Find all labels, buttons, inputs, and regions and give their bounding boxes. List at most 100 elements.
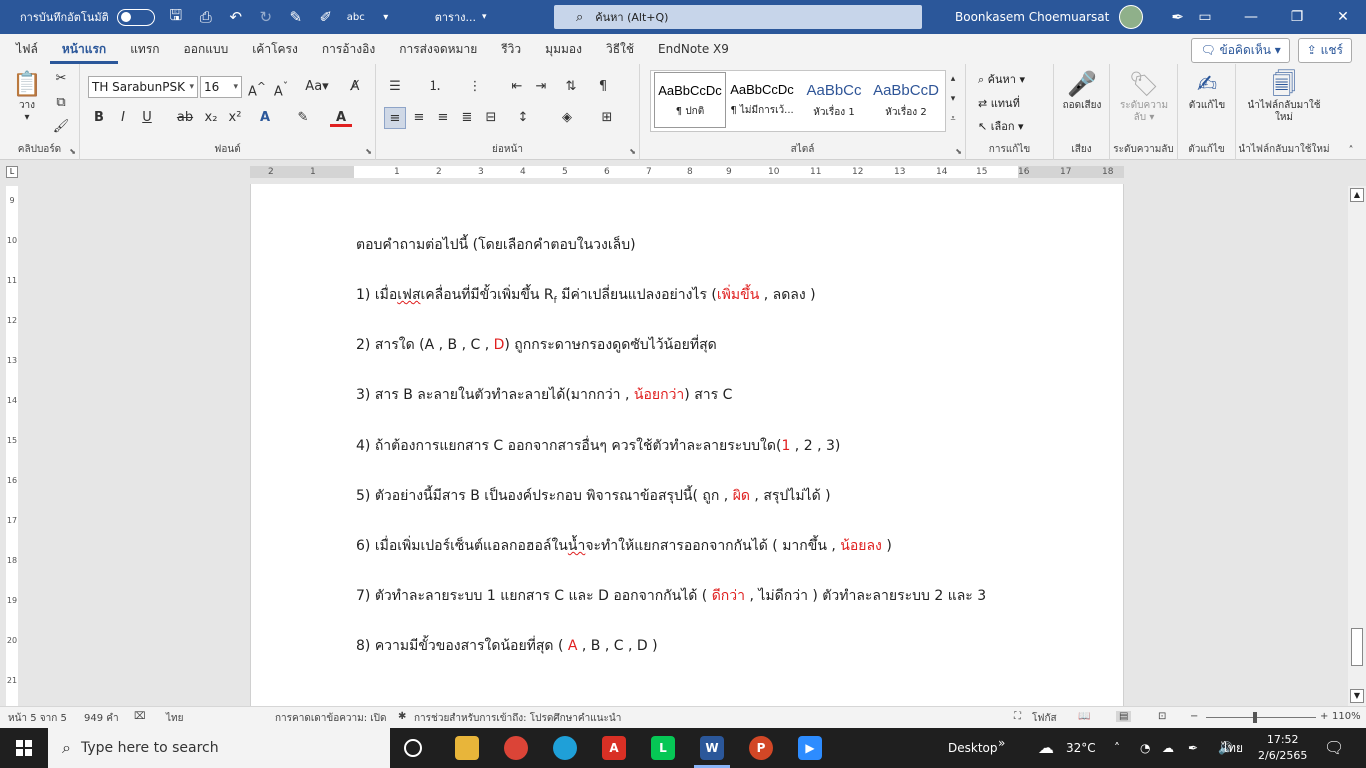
- numbering-icon[interactable]: ⒈: [424, 76, 446, 98]
- avatar[interactable]: [1119, 5, 1144, 29]
- task-view-icon[interactable]: [404, 739, 422, 757]
- text-effects-icon[interactable]: A: [254, 107, 276, 129]
- font-size-combo[interactable]: 16 ▾: [200, 76, 242, 98]
- underline-icon[interactable]: U: [136, 107, 158, 129]
- pen-workspace-icon[interactable]: ✒: [1188, 728, 1198, 768]
- proofing-icon[interactable]: ⌧: [134, 711, 146, 722]
- web-layout-icon[interactable]: ⊡: [1158, 711, 1166, 722]
- undo-icon[interactable]: ↶: [227, 8, 245, 26]
- edit-icon[interactable]: ✐: [317, 8, 335, 26]
- powerpoint-icon[interactable]: P: [749, 736, 773, 760]
- gallery-down-icon[interactable]: ▾: [942, 90, 964, 108]
- show-marks-icon[interactable]: ¶: [592, 76, 614, 98]
- input-language[interactable]: ไทย: [1222, 728, 1243, 768]
- language-status[interactable]: ไทย: [166, 711, 183, 726]
- decrease-indent-icon[interactable]: ⇤: [506, 76, 528, 98]
- onedrive-icon[interactable]: ☁: [1162, 728, 1174, 768]
- line-icon[interactable]: L: [651, 736, 675, 760]
- scroll-down-icon[interactable]: ▼: [1350, 689, 1364, 703]
- accessibility-icon[interactable]: ✱: [398, 711, 406, 722]
- zoom-in-icon[interactable]: +: [1320, 711, 1328, 722]
- user-account[interactable]: Boonkasem Choemuarsat ✒: [955, 0, 1184, 34]
- reuse-files-button[interactable]: 🗐 นำไฟล์กลับมาใช้ใหม่: [1242, 70, 1326, 124]
- minimize-icon[interactable]: —: [1228, 0, 1274, 34]
- style-normal[interactable]: AaBbCcDc ¶ ปกติ: [654, 72, 726, 128]
- italic-icon[interactable]: I: [112, 107, 134, 129]
- tab-file[interactable]: ไฟล์: [4, 34, 50, 64]
- tab-review[interactable]: รีวิว: [489, 34, 533, 64]
- format-painter-icon[interactable]: 🖌: [50, 116, 72, 138]
- start-button[interactable]: [0, 728, 48, 768]
- tab-help[interactable]: วิธีใช้: [594, 34, 646, 64]
- dictate-button[interactable]: 🎤 ถอดเสียง: [1060, 70, 1104, 112]
- redo-icon[interactable]: ↻: [257, 8, 275, 26]
- clear-formatting-icon[interactable]: A̸: [344, 76, 366, 98]
- page-count[interactable]: หน้า 5 จาก 5: [8, 711, 67, 726]
- focus-icon[interactable]: ⛶: [1014, 711, 1021, 722]
- dialog-launcher-icon[interactable]: ⬊: [955, 147, 962, 156]
- temperature[interactable]: 32°C: [1066, 728, 1096, 768]
- style-no-spacing[interactable]: AaBbCcDc ¶ ไม่มีการเว้...: [726, 72, 798, 128]
- bullets-icon[interactable]: ☰: [384, 76, 406, 98]
- increase-indent-icon[interactable]: ⇥: [530, 76, 552, 98]
- format-painter-icon[interactable]: ✎: [287, 8, 305, 26]
- document-title[interactable]: ตาราง... ▾: [435, 8, 487, 26]
- highlight-icon[interactable]: ✎: [292, 107, 314, 129]
- zoom-out-icon[interactable]: −: [1190, 711, 1198, 722]
- tab-view[interactable]: มุมมอง: [533, 34, 594, 64]
- file-explorer-icon[interactable]: [455, 736, 479, 760]
- word-icon[interactable]: W: [700, 736, 724, 760]
- share-button[interactable]: ⇪ แชร์: [1297, 38, 1352, 63]
- desktop-toolbar[interactable]: Desktop: [948, 728, 998, 768]
- search-box[interactable]: ⌕ ค้นหา (Alt+Q): [554, 5, 922, 29]
- align-right-icon[interactable]: ≡: [432, 107, 454, 129]
- tab-insert[interactable]: แทรก: [118, 34, 171, 64]
- zoom-app-icon[interactable]: ▶: [798, 736, 822, 760]
- tab-design[interactable]: ออกแบบ: [172, 34, 241, 64]
- scroll-thumb[interactable]: [1351, 628, 1363, 666]
- select-button[interactable]: ↖ เลือก ▾: [978, 117, 1024, 135]
- tab-endnote[interactable]: EndNote X9: [646, 34, 741, 64]
- read-mode-icon[interactable]: 📖: [1078, 711, 1090, 722]
- zoom-slider[interactable]: [1206, 717, 1316, 718]
- document-page[interactable]: ตอบคำถามต่อไปนี้ (โดยเลือกคำตอบในวงเล็บ)…: [250, 184, 1124, 706]
- print-icon[interactable]: ⎙: [197, 8, 215, 26]
- align-left-icon[interactable]: ≡: [384, 107, 406, 129]
- network-icon[interactable]: ◔: [1140, 728, 1150, 768]
- subscript-icon[interactable]: x₂: [200, 107, 222, 129]
- print-layout-icon[interactable]: ▤: [1116, 711, 1132, 722]
- replace-button[interactable]: ⇄ แทนที่: [978, 94, 1020, 112]
- edge-icon[interactable]: [553, 736, 577, 760]
- ribbon-display-icon[interactable]: ▭: [1182, 0, 1228, 34]
- multilevel-list-icon[interactable]: ⋮: [464, 76, 486, 98]
- align-center-icon[interactable]: ≡: [408, 107, 430, 129]
- tab-home[interactable]: หน้าแรก: [49, 34, 119, 64]
- dialog-launcher-icon[interactable]: ⬊: [629, 147, 636, 156]
- strikethrough-icon[interactable]: ab: [174, 107, 196, 129]
- chrome-icon[interactable]: [504, 736, 528, 760]
- zoom-slider-thumb[interactable]: [1253, 712, 1257, 723]
- text-prediction-status[interactable]: การคาดเดาข้อความ: เปิด: [275, 711, 387, 726]
- font-name-combo[interactable]: TH SarabunPSK ▾: [88, 76, 198, 98]
- toolbar-expand-icon[interactable]: »: [998, 728, 1005, 768]
- customize-qat-icon[interactable]: ▾: [377, 12, 395, 23]
- sort-icon[interactable]: ⇅: [560, 76, 582, 98]
- acrobat-icon[interactable]: A: [602, 736, 626, 760]
- tab-mailings[interactable]: การส่งจดหมาย: [387, 34, 489, 64]
- superscript-icon[interactable]: x²: [224, 107, 246, 129]
- dialog-launcher-icon[interactable]: ⬊: [365, 147, 372, 156]
- spelling-icon[interactable]: abc: [347, 12, 365, 23]
- autosave-control[interactable]: การบันทึกอัตโนมัติ: [20, 8, 155, 26]
- bold-icon[interactable]: B: [88, 107, 110, 129]
- shrink-font-icon[interactable]: Aˇ: [270, 76, 292, 99]
- cut-icon[interactable]: ✂: [50, 68, 72, 90]
- gallery-more-icon[interactable]: ⩡: [942, 110, 964, 128]
- save-icon[interactable]: 🖫: [167, 5, 185, 30]
- close-icon[interactable]: ✕: [1320, 0, 1366, 34]
- shading-icon[interactable]: ◈: [556, 107, 578, 129]
- accessibility-status[interactable]: การช่วยสำหรับการเข้าถึง: โปรดศึกษาคำแนะน…: [414, 711, 621, 726]
- tab-references[interactable]: การอ้างอิง: [310, 34, 387, 64]
- ruler-strip[interactable]: 2 1 1 2 3 4 5 6 7 8 9 10 11 12 13 14 15 …: [250, 166, 1124, 178]
- copy-icon[interactable]: ⧉: [50, 92, 72, 114]
- line-spacing-icon[interactable]: ↕: [512, 107, 534, 129]
